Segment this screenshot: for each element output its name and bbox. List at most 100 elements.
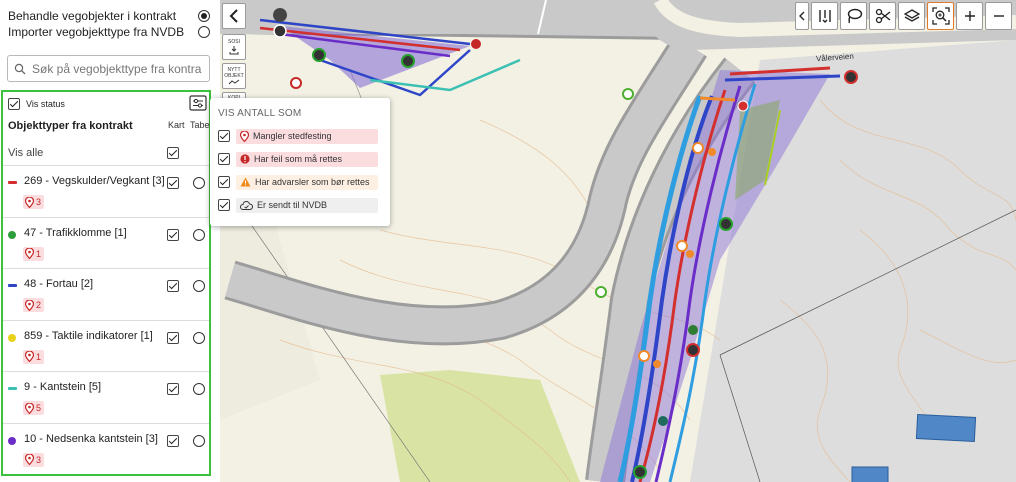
download-icon	[229, 46, 239, 55]
cloud-icon	[240, 200, 253, 210]
map-canvas[interactable]	[220, 0, 1016, 482]
search-icon	[14, 63, 26, 74]
vis-status-row[interactable]: Vis status	[8, 98, 208, 110]
split-icon	[818, 10, 831, 23]
object-type-row[interactable]: 9 - Kantstein [5] 5	[3, 371, 209, 422]
status-row-errors[interactable]: Har feil som må rettes	[218, 151, 378, 167]
missing-location-badge: 3	[23, 195, 45, 209]
object-type-label: 48 - Fortau [2]	[24, 278, 94, 290]
plus-icon	[964, 11, 975, 21]
object-type-label: 47 - Trafikklomme [1]	[24, 226, 127, 239]
status-label-box: Er sendt til NVDB	[236, 197, 378, 213]
object-type-row[interactable]: 859 - Taktile indikatorer [1] 1	[3, 319, 209, 371]
zoom-select-button[interactable]	[927, 2, 954, 30]
new-object-label: NYTT OBJEKT	[224, 67, 244, 79]
status-row-warnings[interactable]: Har advarsler som bør rettes	[218, 174, 378, 190]
status-label: Er sendt til NVDB	[257, 200, 328, 210]
object-type-color-swatch	[8, 284, 17, 287]
missing-location-count: 1	[36, 351, 42, 362]
status-row-missing-location[interactable]: Mangler stedfesting	[218, 128, 378, 144]
status-label-box: Har feil som må rettes	[236, 151, 378, 167]
status-label: Har feil som må rettes	[254, 154, 343, 164]
object-type-label: 10 - Nedsenka kantstein [3]	[24, 432, 158, 445]
status-checkbox[interactable]	[218, 176, 230, 188]
mode-option-label: Behandle vegobjekter i kontrakt	[8, 9, 177, 23]
scissors-icon	[875, 8, 890, 24]
status-legend-icon[interactable]	[189, 95, 207, 111]
zoom-in-button[interactable]	[956, 2, 983, 30]
split-tool-button[interactable]	[811, 2, 838, 30]
object-type-row[interactable]: 47 - Trafikklomme [1] 1	[3, 216, 209, 268]
show-all-row[interactable]: Vis alle	[8, 144, 208, 162]
object-type-row[interactable]: 269 - Vegskulder/Vegkant [3] 3	[3, 165, 209, 216]
missing-location-count: 3	[36, 454, 42, 465]
missing-location-badge: 3	[23, 452, 45, 467]
object-type-color-swatch	[8, 436, 16, 445]
show-in-table-radio[interactable]	[193, 228, 205, 241]
show-all-label: Vis alle	[8, 147, 44, 159]
cut-tool-button[interactable]	[869, 2, 896, 30]
search-field[interactable]	[7, 55, 210, 82]
status-checkbox[interactable]	[218, 153, 230, 165]
pin-icon	[240, 130, 249, 142]
draw-line-icon	[228, 79, 240, 85]
lasso-tool-button[interactable]	[840, 2, 867, 30]
show-on-map-checkbox[interactable]	[167, 280, 179, 292]
left-panel: Behandle vegobjekter i kontrakt Importer…	[0, 0, 220, 482]
status-label: Har advarsler som bør rettes	[255, 177, 370, 187]
lasso-icon	[847, 8, 862, 24]
show-in-table-radio[interactable]	[193, 434, 205, 447]
show-on-map-checkbox[interactable]	[167, 434, 179, 447]
map-view[interactable]: SOSI NYTT OBJEKT KOPI	[220, 0, 1016, 482]
show-in-table-radio[interactable]	[193, 331, 205, 344]
show-on-map-checkbox[interactable]	[167, 383, 179, 395]
mode-radio-import[interactable]	[198, 26, 210, 38]
show-all-checkbox[interactable]	[167, 147, 179, 159]
show-on-map-checkbox[interactable]	[167, 331, 179, 344]
show-in-table-radio[interactable]	[193, 383, 205, 395]
zoom-out-button[interactable]	[985, 2, 1012, 30]
mode-option-label: Importer vegobjekttype fra NVDB	[8, 25, 185, 39]
missing-location-badge: 2	[23, 298, 45, 312]
object-type-row[interactable]: 48 - Fortau [2] 2	[3, 268, 209, 319]
status-checkbox[interactable]	[218, 130, 230, 142]
collapse-panel-button[interactable]	[222, 3, 246, 29]
object-type-label: 859 - Taktile indikatorer [1]	[24, 329, 153, 342]
status-checkbox[interactable]	[218, 199, 230, 211]
show-in-table-radio[interactable]	[193, 177, 205, 189]
search-input[interactable]	[32, 61, 202, 76]
show-on-map-checkbox[interactable]	[167, 228, 179, 241]
object-type-label: 269 - Vegskulder/Vegkant [3]	[24, 175, 165, 187]
chevron-left-icon	[229, 9, 238, 23]
map-toolbar	[795, 2, 1012, 30]
minus-icon	[993, 15, 1004, 17]
missing-location-count: 5	[36, 403, 42, 413]
object-type-color-swatch	[8, 230, 16, 239]
missing-location-count: 3	[36, 197, 42, 207]
sosi-export-button[interactable]: SOSI	[222, 34, 246, 60]
error-icon	[240, 154, 250, 164]
status-label: Mangler stedfesting	[253, 131, 332, 141]
status-label-box: Har advarsler som bør rettes	[236, 174, 378, 190]
object-type-row[interactable]: 10 - Nedsenka kantstein [3] 3	[3, 422, 209, 474]
object-types-heading: Objekttyper fra kontrakt	[8, 120, 133, 132]
mode-option-import[interactable]: Importer vegobjekttype fra NVDB	[8, 23, 210, 41]
pin-icon	[25, 351, 34, 362]
mode-radio-process[interactable]	[198, 10, 210, 22]
show-on-map-checkbox[interactable]	[167, 177, 179, 189]
pin-icon	[25, 454, 34, 465]
object-type-color-swatch	[8, 387, 17, 390]
show-in-table-radio[interactable]	[193, 280, 205, 292]
chevron-left-icon	[799, 11, 805, 21]
warning-icon	[240, 177, 251, 187]
status-row-sent[interactable]: Er sendt til NVDB	[218, 197, 378, 213]
pin-icon	[25, 196, 34, 208]
object-type-color-swatch	[8, 333, 16, 342]
object-types-panel: Vis status Objekttyper fra kontrakt Kart…	[1, 90, 211, 476]
new-object-button[interactable]: NYTT OBJEKT	[222, 63, 246, 89]
vis-status-checkbox[interactable]	[8, 98, 20, 110]
layers-button[interactable]	[898, 2, 925, 30]
pin-icon	[25, 299, 34, 311]
toolbar-collapse-button[interactable]	[795, 2, 809, 30]
missing-location-count: 2	[36, 300, 42, 310]
